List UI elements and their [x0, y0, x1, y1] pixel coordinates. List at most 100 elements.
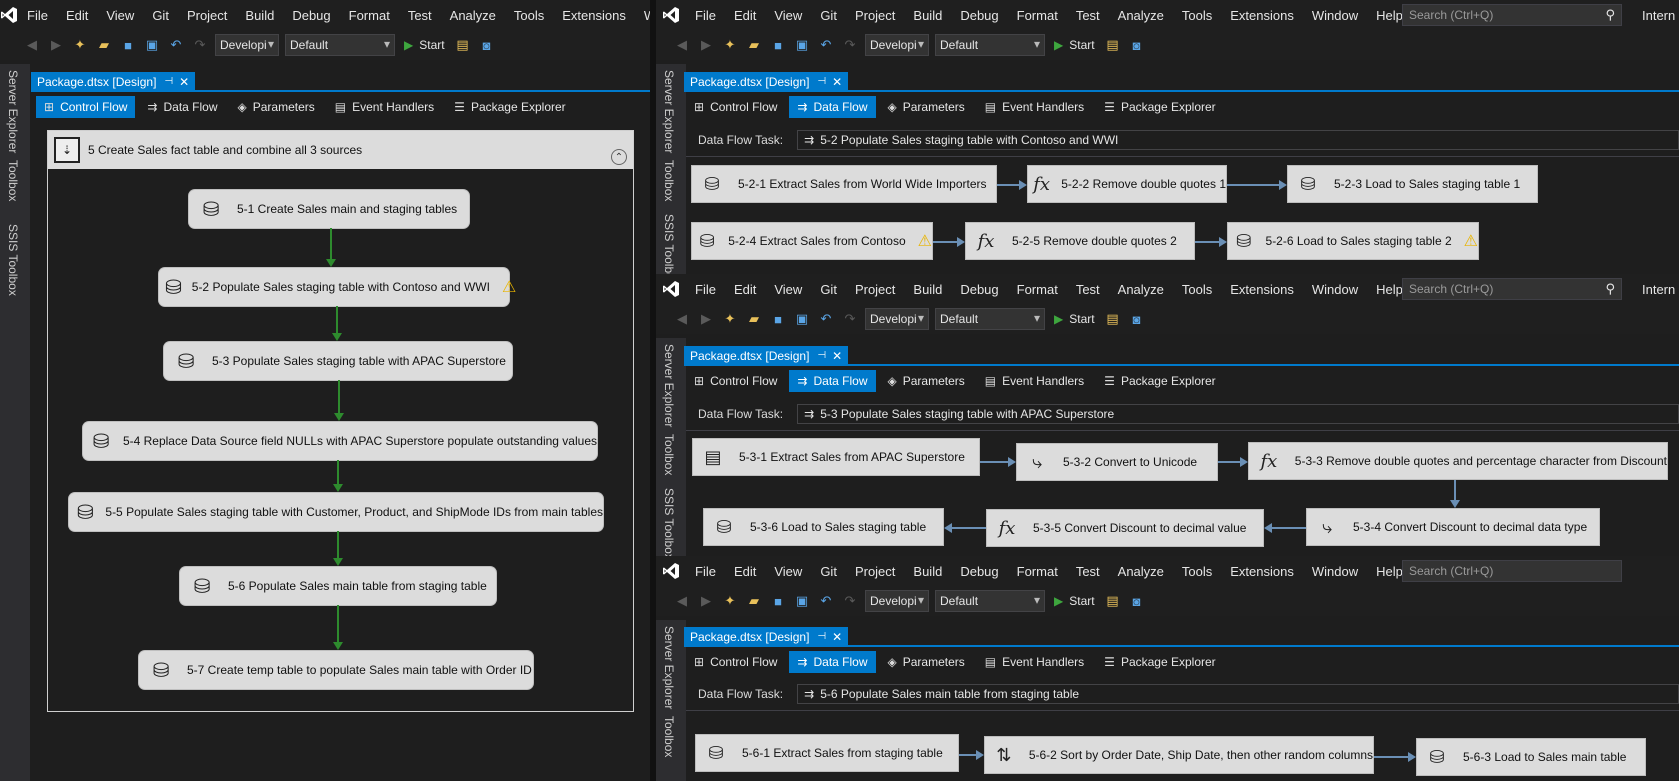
solution-config-dropdown[interactable]: Developi: [215, 34, 279, 56]
menu-view[interactable]: View: [97, 8, 143, 23]
start-button[interactable]: ▶ Start: [1054, 38, 1095, 52]
pin-icon[interactable]: ⊣: [817, 631, 826, 642]
tab-parameters[interactable]: ◈ Parameters: [880, 96, 973, 118]
menu-format[interactable]: Format: [1008, 564, 1067, 579]
search-input[interactable]: Search (Ctrl+Q) ⚲: [1402, 4, 1622, 26]
menu-extensions[interactable]: Extensions: [1221, 282, 1303, 297]
task-5-1[interactable]: ⛁ 5-1 Create Sales main and staging table…: [189, 190, 469, 228]
visual-studio-logo-icon[interactable]: [656, 274, 686, 304]
redo-icon[interactable]: ↷: [190, 36, 210, 54]
menu-build[interactable]: Build: [904, 8, 951, 23]
close-icon[interactable]: ✕: [832, 630, 842, 644]
menu-analyze[interactable]: Analyze: [1109, 282, 1173, 297]
tab-control-flow[interactable]: ⊞ Control Flow: [36, 96, 136, 118]
save-icon[interactable]: ■: [768, 592, 788, 610]
browse-icon[interactable]: ▤: [1103, 36, 1123, 54]
tab-package-explorer[interactable]: ☰ Package Explorer: [1096, 651, 1223, 673]
menu-edit[interactable]: Edit: [725, 564, 765, 579]
component-5-2-1[interactable]: ⛁ 5-2-1 Extract Sales from World Wide Imp…: [691, 165, 997, 203]
tab-parameters[interactable]: ◈ Parameters: [880, 370, 973, 392]
task-5-3[interactable]: ⛁ 5-3 Populate Sales staging table with A…: [164, 342, 512, 380]
menu-extensions[interactable]: Extensions: [1221, 564, 1303, 579]
search-input[interactable]: Search (Ctrl+Q) ⚲: [1402, 278, 1622, 300]
close-icon[interactable]: ✕: [832, 75, 842, 89]
screenshot-icon[interactable]: ◙: [1127, 36, 1147, 54]
solution-config-dropdown[interactable]: Developi: [865, 34, 929, 56]
save-icon[interactable]: ■: [768, 36, 788, 54]
component-5-3-4[interactable]: ⤷ 5-3-4 Convert Discount to decimal data …: [1306, 508, 1600, 546]
visual-studio-logo-icon[interactable]: [656, 556, 686, 586]
save-icon[interactable]: ■: [768, 310, 788, 328]
solution-config-dropdown[interactable]: Developi: [865, 590, 929, 612]
tab-parameters[interactable]: ◈ Parameters: [230, 96, 323, 118]
component-5-3-6[interactable]: ⛁ 5-3-6 Load to Sales staging table: [703, 508, 944, 546]
menu-edit[interactable]: Edit: [725, 282, 765, 297]
new-project-icon[interactable]: ✦: [720, 36, 740, 54]
menu-window[interactable]: Window: [1303, 8, 1367, 23]
close-icon[interactable]: ✕: [179, 75, 189, 89]
undo-icon[interactable]: ↶: [816, 310, 836, 328]
component-5-3-1[interactable]: ▤ 5-3-1 Extract Sales from APAC Superstor…: [692, 438, 980, 476]
redo-icon[interactable]: ↷: [840, 310, 860, 328]
tab-package-explorer[interactable]: ☰ Package Explorer: [1096, 370, 1223, 392]
tab-control-flow[interactable]: ⊞ Control Flow: [686, 651, 785, 673]
menu-file[interactable]: File: [686, 8, 725, 23]
data-flow-task-dropdown[interactable]: ⇉ 5-3 Populate Sales staging table with A…: [797, 404, 1679, 424]
forward-icon[interactable]: ▶: [696, 36, 716, 54]
solution-platform-dropdown[interactable]: Default: [285, 34, 395, 56]
component-5-2-6[interactable]: ⛁ 5-2-6 Load to Sales staging table 2 ⚠: [1227, 222, 1479, 260]
start-button[interactable]: ▶ Start: [1054, 594, 1095, 608]
back-icon[interactable]: ◀: [22, 36, 42, 54]
menu-analyze[interactable]: Analyze: [441, 8, 505, 23]
new-project-icon[interactable]: ✦: [70, 36, 90, 54]
menu-format[interactable]: Format: [340, 8, 399, 23]
tab-data-flow[interactable]: ⇉ Data Flow: [789, 651, 876, 673]
component-5-6-2[interactable]: ⇅ 5-6-2 Sort by Order Date, Ship Date, th…: [984, 736, 1374, 774]
undo-icon[interactable]: ↶: [816, 592, 836, 610]
component-5-2-2[interactable]: fx 5-2-2 Remove double quotes 1: [1027, 165, 1227, 203]
document-tab[interactable]: Package.dtsx [Design] ⊣ ✕: [684, 72, 849, 91]
back-icon[interactable]: ◀: [672, 592, 692, 610]
tab-event-handlers[interactable]: ▤ Event Handlers: [327, 96, 442, 118]
server-explorer-tab[interactable]: Server Explorer: [662, 344, 676, 427]
component-5-2-5[interactable]: fx 5-2-5 Remove double quotes 2: [965, 222, 1195, 260]
menu-test[interactable]: Test: [399, 8, 441, 23]
solution-platform-dropdown[interactable]: Default: [935, 590, 1045, 612]
menu-build[interactable]: Build: [904, 564, 951, 579]
visual-studio-logo-icon[interactable]: [0, 0, 18, 30]
component-5-3-5[interactable]: fx 5-3-5 Convert Discount to decimal valu…: [986, 509, 1264, 547]
menu-analyze[interactable]: Analyze: [1109, 564, 1173, 579]
component-5-6-3[interactable]: ⛁ 5-6-3 Load to Sales main table: [1416, 738, 1646, 776]
menu-edit[interactable]: Edit: [57, 8, 97, 23]
tab-data-flow[interactable]: ⇉ Data Flow: [789, 370, 876, 392]
server-explorer-tab[interactable]: Server Explorer: [662, 626, 676, 709]
new-project-icon[interactable]: ✦: [720, 310, 740, 328]
screenshot-icon[interactable]: ◙: [1127, 310, 1147, 328]
server-explorer-tab[interactable]: Server Explorer: [662, 70, 676, 153]
menu-debug[interactable]: Debug: [951, 282, 1007, 297]
component-5-3-2[interactable]: ⤷ 5-3-2 Convert to Unicode: [1016, 443, 1218, 481]
menu-extensions[interactable]: Extensions: [1221, 8, 1303, 23]
pin-icon[interactable]: ⊣: [164, 76, 173, 87]
tab-control-flow[interactable]: ⊞ Control Flow: [686, 96, 785, 118]
task-5-6[interactable]: ⛁ 5-6 Populate Sales main table from stag…: [180, 567, 496, 605]
toolbox-tab[interactable]: Toolbox: [662, 160, 676, 201]
visual-studio-logo-icon[interactable]: [656, 0, 686, 30]
menu-build[interactable]: Build: [236, 8, 283, 23]
task-5-2[interactable]: ⛁ 5-2 Populate Sales staging table with C…: [159, 268, 516, 306]
forward-icon[interactable]: ▶: [696, 592, 716, 610]
solution-config-dropdown[interactable]: Developi: [865, 308, 929, 330]
screenshot-icon[interactable]: ◙: [477, 36, 497, 54]
menu-test[interactable]: Test: [1067, 564, 1109, 579]
menu-view[interactable]: View: [765, 8, 811, 23]
tab-control-flow[interactable]: ⊞ Control Flow: [686, 370, 785, 392]
menu-debug[interactable]: Debug: [283, 8, 339, 23]
solution-platform-dropdown[interactable]: Default: [935, 308, 1045, 330]
menu-file[interactable]: File: [686, 564, 725, 579]
component-5-2-4[interactable]: ⛁ 5-2-4 Extract Sales from Contoso ⚠: [691, 222, 933, 260]
redo-icon[interactable]: ↷: [840, 592, 860, 610]
menu-view[interactable]: View: [765, 564, 811, 579]
toolbox-tab[interactable]: Toolbox: [6, 160, 20, 201]
forward-icon[interactable]: ▶: [696, 310, 716, 328]
browse-icon[interactable]: ▤: [453, 36, 473, 54]
